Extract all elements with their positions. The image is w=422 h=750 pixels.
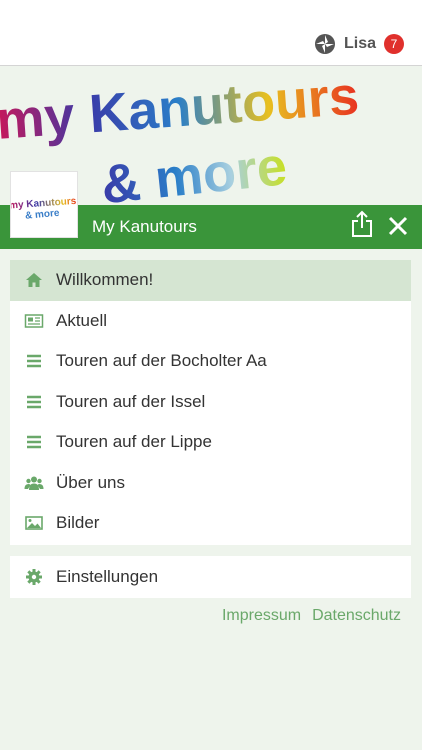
- page-title: My Kanutours: [92, 217, 197, 236]
- home-icon: [26, 273, 42, 288]
- list-icon: [27, 436, 41, 449]
- share-icon[interactable]: [351, 210, 373, 238]
- group-icon: [24, 476, 44, 490]
- menu-item-label: Willkommen!: [56, 270, 154, 290]
- banner-line2: & more: [98, 136, 289, 206]
- list-icon: [27, 395, 41, 408]
- menu-item-label: Aktuell: [56, 310, 108, 330]
- settings-item[interactable]: Einstellungen: [10, 556, 411, 598]
- menu-item-label: Bilder: [56, 513, 100, 533]
- menu-item-label: Touren auf der Lippe: [56, 432, 212, 452]
- logo-line2: & more: [25, 208, 61, 222]
- menu-item-issel[interactable]: Touren auf der Issel: [10, 382, 411, 423]
- menu-item-bilder[interactable]: Bilder: [10, 503, 411, 544]
- menu-item-label: Über uns: [56, 472, 125, 492]
- newspaper-icon: [24, 314, 44, 328]
- gear-icon: [26, 569, 42, 585]
- app-swirl-icon: [314, 34, 335, 54]
- footer-links: Impressum Datenschutz: [222, 607, 401, 625]
- banner-line1: my Kanutours: [0, 66, 361, 151]
- menu-item-label: Touren auf der Bocholter Aa: [56, 351, 267, 371]
- impressum-link[interactable]: Impressum: [222, 607, 301, 625]
- datenschutz-link[interactable]: Datenschutz: [312, 607, 401, 625]
- app-logo: my Kanutours & more: [10, 171, 78, 238]
- menu-item-aktuell[interactable]: Aktuell: [10, 301, 411, 342]
- menu-item-einstellungen[interactable]: Einstellungen: [10, 556, 411, 598]
- menu-list: Willkommen! Aktuell Touren auf der Bocho…: [10, 260, 411, 545]
- menu-item-bocholter-aa[interactable]: Touren auf der Bocholter Aa: [10, 341, 411, 382]
- menu-item-lippe[interactable]: Touren auf der Lippe: [10, 422, 411, 463]
- close-icon[interactable]: [388, 216, 408, 236]
- top-bar: Lisa 7: [0, 0, 422, 66]
- image-icon: [25, 516, 43, 531]
- menu-item-label: Touren auf der Issel: [56, 391, 206, 411]
- user-name: Lisa: [343, 35, 376, 52]
- menu-item-willkommen[interactable]: Willkommen!: [10, 260, 411, 301]
- menu-item-label: Einstellungen: [56, 567, 159, 586]
- notification-badge[interactable]: 7: [384, 34, 404, 54]
- user-area[interactable]: Lisa 7: [314, 32, 404, 56]
- menu-item-ueber-uns[interactable]: Über uns: [10, 463, 411, 504]
- list-icon: [27, 355, 41, 368]
